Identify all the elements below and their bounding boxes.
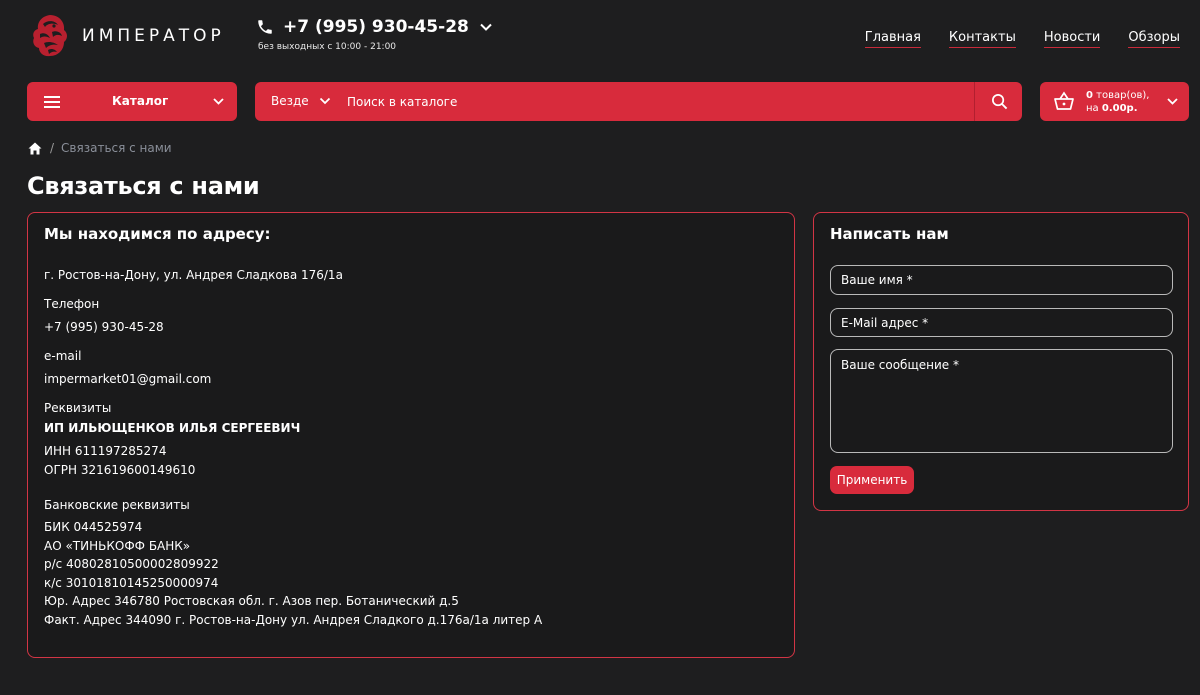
site-header: ИМПЕРАТОР +7 (995) 930-45-28 без выходны… (0, 0, 1200, 78)
requisites-label: Реквизиты (44, 401, 112, 415)
cart-button[interactable]: 0 товар(ов), на 0.00р. (1040, 82, 1189, 121)
bank-line: БИК 044525974 (44, 520, 143, 534)
contact-phone[interactable]: +7 (995) 930-45-28 (44, 320, 164, 334)
working-hours: без выходных с 10:00 - 21:00 (258, 42, 397, 52)
search-divider (974, 82, 975, 121)
chevron-down-icon (213, 98, 224, 105)
cart-summary: 0 товар(ов), на 0.00р. (1086, 89, 1149, 115)
contact-email[interactable]: impermarket01@gmail.com (44, 372, 211, 386)
logo-text: ИМПЕРАТОР (82, 26, 225, 46)
menu-icon (44, 96, 60, 108)
header-phone[interactable]: +7 (995) 930-45-28 без выходных с 10:00 … (256, 17, 493, 52)
phone-number[interactable]: +7 (995) 930-45-28 (283, 17, 469, 37)
cart-count: 0 (1086, 90, 1093, 101)
bank-line: к/с 30101810145250000974 (44, 575, 219, 590)
home-icon[interactable] (28, 142, 42, 155)
message-field[interactable] (830, 349, 1173, 453)
bank-line: Факт. Адрес 344090 г. Ростов-на-Дону ул.… (44, 612, 543, 627)
dragon-logo-icon (33, 15, 67, 57)
nav-link-news[interactable]: Новости (1043, 30, 1101, 48)
cart-total-prefix: на (1086, 103, 1102, 114)
page-title: Связаться с нами (27, 172, 260, 200)
catalog-button[interactable]: Каталог (27, 82, 237, 121)
email-label: e-mail (44, 349, 82, 363)
company-name: ИП ИЛЬЮЩЕНКОВ ИЛЬЯ СЕРГЕЕВИЧ (44, 421, 301, 435)
logo[interactable]: ИМПЕРАТОР (28, 12, 225, 60)
bank-label: Банковские реквизиты (44, 498, 190, 512)
nav-link-contacts[interactable]: Контакты (948, 30, 1016, 48)
catalog-label: Каталог (112, 94, 169, 108)
form-heading: Написать нам (830, 225, 949, 243)
chevron-down-icon (1167, 98, 1178, 105)
ogrn-text: ОГРН 321619600149610 (44, 462, 196, 477)
address-text: г. Ростов-на-Дону, ул. Андрея Сладкова 1… (44, 268, 343, 282)
cart-count-suffix: товар(ов), (1092, 90, 1150, 101)
breadcrumb-current: Связаться с нами (61, 141, 172, 155)
submit-button[interactable]: Применить (830, 466, 914, 494)
search-scope-label: Везде (271, 94, 309, 108)
contact-form-card: Написать нам Применить (813, 212, 1189, 511)
bank-line: р/с 40802810500002809922 (44, 557, 219, 571)
bank-line: Юр. Адрес 346780 Ростовская обл. г. Азов… (44, 594, 459, 608)
inn-text: ИНН 611197285274 (44, 444, 167, 458)
bank-line: АО «ТИНЬКОФФ БАНК» (44, 538, 191, 553)
search-icon[interactable] (991, 93, 1008, 110)
nav-link-reviews[interactable]: Обзоры (1128, 30, 1180, 48)
chevron-down-icon (319, 97, 330, 105)
search-input[interactable] (339, 82, 973, 121)
cart-total: 0.00р. (1101, 103, 1138, 114)
chevron-down-icon[interactable] (479, 20, 493, 34)
email-field[interactable] (830, 308, 1173, 337)
phone-label: Телефон (44, 297, 100, 311)
contacts-card: Мы находимся по адресу: г. Ростов-на-Дон… (27, 212, 795, 658)
basket-icon (1054, 91, 1074, 110)
name-field[interactable] (830, 265, 1173, 295)
bank-details: БИК 044525974 АО «ТИНЬКОФФ БАНК» р/с 408… (44, 518, 542, 629)
search-scope-dropdown[interactable]: Везде (271, 94, 331, 108)
breadcrumb-separator: / (50, 141, 55, 155)
nav-link-home[interactable]: Главная (864, 30, 921, 48)
company-ids: ИНН 611197285274 ОГРН 321619600149610 (44, 442, 195, 479)
search-bar: Везде (255, 82, 1022, 121)
top-nav: Главная Контакты Новости Обзоры (864, 30, 1180, 48)
contacts-heading: Мы находимся по адресу: (44, 225, 271, 243)
phone-icon (258, 20, 272, 34)
breadcrumb: / Связаться с нами (28, 141, 172, 155)
